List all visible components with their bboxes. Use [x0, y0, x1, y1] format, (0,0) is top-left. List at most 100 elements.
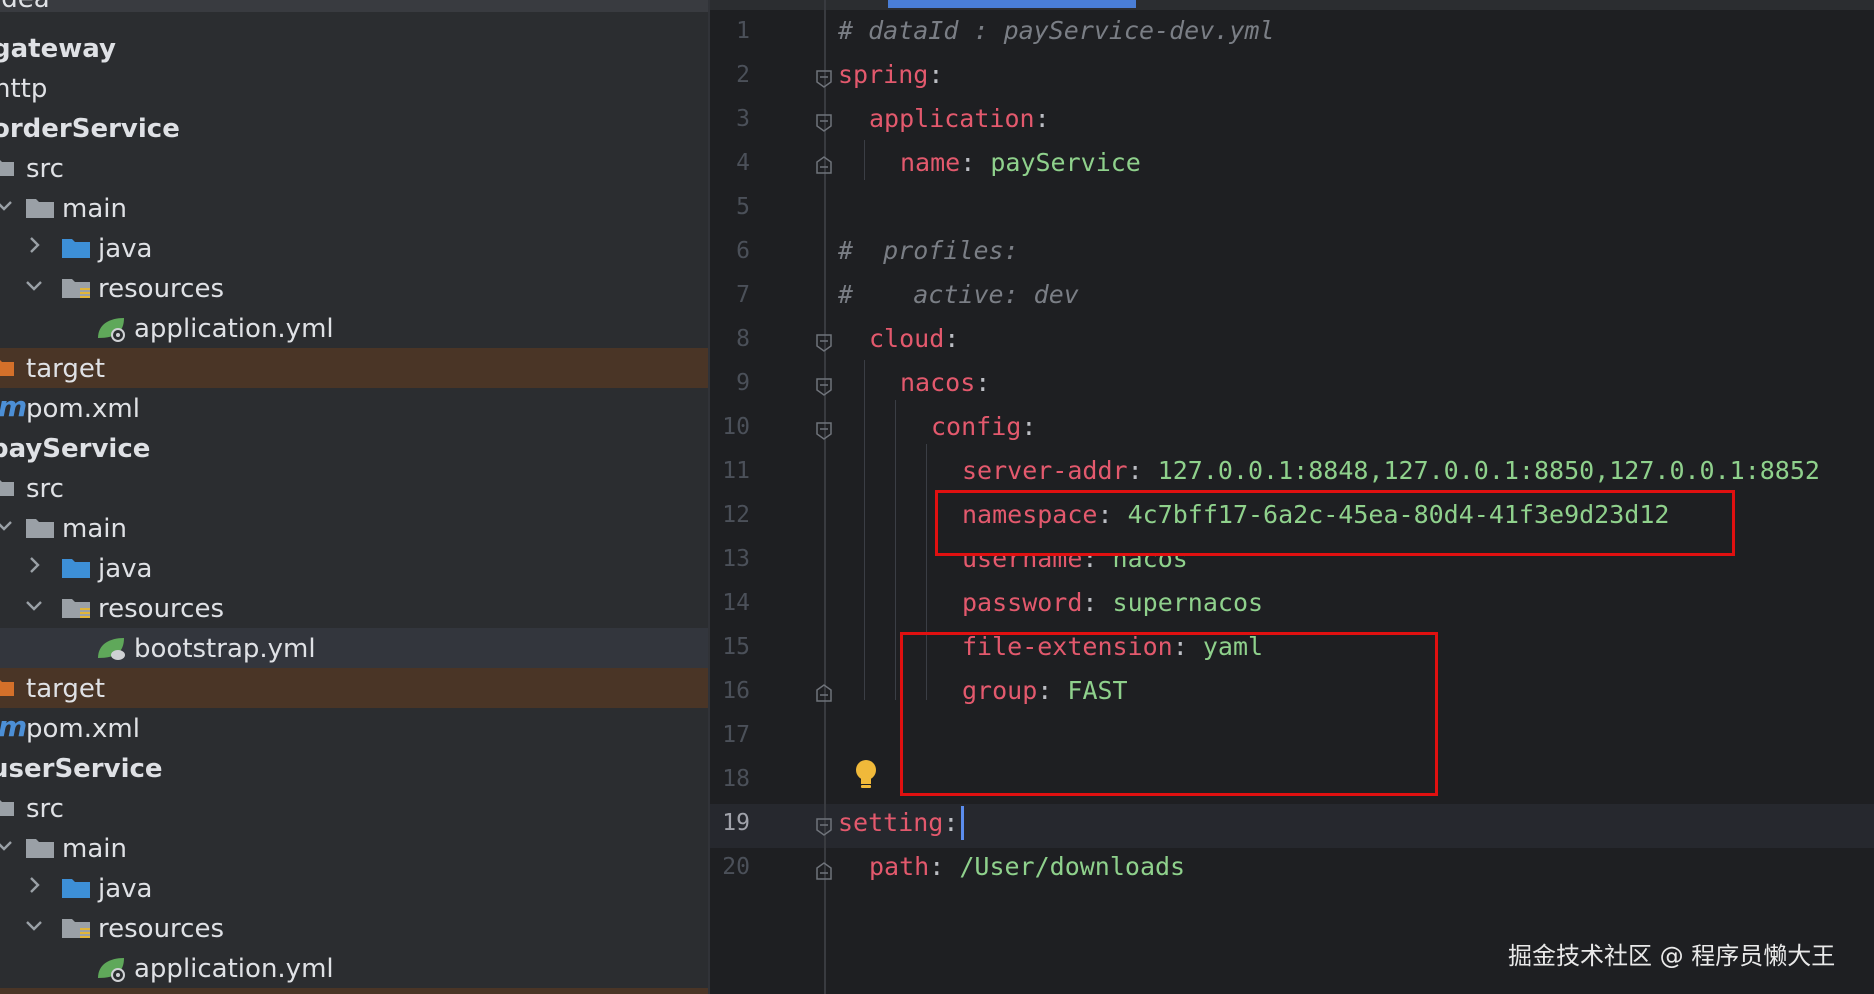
tree-item-java[interactable]: java — [0, 868, 708, 908]
yaml-value: payService — [990, 148, 1141, 177]
chevron-down-icon[interactable] — [24, 915, 44, 935]
maven-icon: m — [0, 390, 28, 423]
line-number: 4 — [736, 150, 750, 176]
indent-guide — [864, 140, 865, 180]
line-number: 17 — [722, 722, 750, 748]
tree-item-label: orderService — [0, 114, 180, 144]
tree-item-idea[interactable]: idea — [0, 0, 708, 18]
code-line-6: # profiles: — [838, 236, 1019, 265]
fold-gutter-line — [824, 0, 826, 994]
tree-item-pom-xml[interactable]: m pom.xml — [0, 388, 708, 428]
yaml-key: nacos — [900, 368, 976, 397]
tree-item-label: http — [0, 74, 48, 104]
yaml-key: password — [962, 588, 1083, 617]
tree-item-http[interactable]: http — [0, 68, 708, 108]
line-number: 15 — [722, 634, 750, 660]
indent-guide — [895, 400, 896, 700]
line-number: 1 — [736, 18, 750, 44]
code-line-14: password: supernacos — [962, 588, 1263, 617]
annotation-box-namespace — [935, 490, 1735, 556]
chevron-right-icon[interactable] — [24, 235, 44, 255]
folder-icon — [26, 519, 54, 538]
yaml-colon: : — [1127, 456, 1143, 485]
fold-open-icon[interactable] — [816, 334, 832, 352]
tree-item-label: main — [62, 834, 127, 864]
yaml-colon: : — [944, 324, 960, 353]
tree-item-gateway[interactable]: gateway — [0, 28, 708, 68]
line-number: 6 — [736, 238, 750, 264]
project-tree: idea gateway http orderService src main … — [0, 0, 708, 994]
tree-item-resources[interactable]: resources — [0, 268, 708, 308]
code-line-19: setting: — [838, 808, 958, 837]
tree-item-java[interactable]: java — [0, 548, 708, 588]
yaml-key: name — [900, 148, 961, 177]
code-line-11: server-addr: 127.0.0.1:8848,127.0.0.1:88… — [962, 456, 1820, 485]
tree-item-application-yml[interactable]: application.yml — [0, 948, 708, 988]
line-number: 13 — [722, 546, 750, 572]
fold-open-icon[interactable] — [816, 422, 832, 440]
fold-end-icon[interactable] — [816, 862, 832, 880]
yaml-key: application — [869, 104, 1035, 133]
yaml-colon: : — [960, 148, 976, 177]
tree-item-target[interactable]: target — [0, 668, 708, 708]
fold-open-icon[interactable] — [816, 70, 832, 88]
chevron-down-icon[interactable] — [0, 835, 14, 855]
resources-folder-icon — [62, 599, 90, 618]
source-folder-icon — [62, 559, 90, 578]
line-number: 20 — [722, 854, 750, 880]
chevron-down-icon[interactable] — [0, 195, 14, 215]
tree-item-application-yml[interactable]: application.yml — [0, 308, 708, 348]
active-tab-indicator[interactable] — [888, 0, 1136, 8]
chevron-down-icon[interactable] — [24, 595, 44, 615]
fold-end-icon[interactable] — [816, 156, 832, 174]
tree-item-label: userService — [0, 754, 163, 784]
line-number: 11 — [722, 458, 750, 484]
tree-item-src[interactable]: src — [0, 788, 708, 828]
tree-item-label: pom.xml — [26, 394, 140, 424]
tree-item-label: gateway — [0, 34, 116, 64]
tree-item-payservice[interactable]: payService — [0, 428, 708, 468]
yaml-colon: : — [1082, 588, 1098, 617]
code-line-20: path: /User/downloads — [869, 852, 1185, 881]
code-line-10: config: — [931, 412, 1036, 441]
tree-item-label: application.yml — [134, 314, 334, 344]
fold-open-icon[interactable] — [816, 114, 832, 132]
tree-item-bootstrap-yml[interactable]: bootstrap.yml — [0, 628, 708, 668]
tree-item-orderservice[interactable]: orderService — [0, 108, 708, 148]
fold-end-icon[interactable] — [816, 684, 832, 702]
line-number: 5 — [736, 194, 750, 220]
code-line-7: # active: dev — [838, 280, 1079, 309]
tree-item-main[interactable]: main — [0, 828, 708, 868]
tree-item-resources[interactable]: resources — [0, 908, 708, 948]
resources-folder-icon — [62, 279, 90, 298]
tree-item-pom-xml[interactable]: m pom.xml — [0, 708, 708, 748]
tree-item-label: pom.xml — [26, 714, 140, 744]
chevron-down-icon[interactable] — [0, 515, 14, 535]
tree-item-java[interactable]: java — [0, 228, 708, 268]
chevron-right-icon[interactable] — [24, 875, 44, 895]
resources-folder-icon — [62, 919, 90, 938]
tree-item-userservice[interactable]: userService — [0, 748, 708, 788]
tree-item-src[interactable]: src — [0, 468, 708, 508]
tree-row-highlight — [0, 988, 708, 994]
tree-item-target[interactable]: target — [0, 348, 708, 388]
chevron-right-icon[interactable] — [24, 555, 44, 575]
tree-item-label: java — [98, 554, 153, 584]
line-number: 7 — [736, 282, 750, 308]
chevron-down-icon[interactable] — [24, 275, 44, 295]
tree-item-main[interactable]: main — [0, 188, 708, 228]
fold-open-icon[interactable] — [816, 818, 832, 836]
source-folder-icon — [62, 879, 90, 898]
text-caret — [961, 806, 964, 840]
yaml-key: server-addr — [962, 456, 1128, 485]
tree-item-label: resources — [98, 274, 225, 304]
code-line-9: nacos: — [900, 368, 990, 397]
tree-item-src[interactable]: src — [0, 148, 708, 188]
folder-icon — [26, 839, 54, 858]
tree-item-main[interactable]: main — [0, 508, 708, 548]
fold-open-icon[interactable] — [816, 378, 832, 396]
line-number: 8 — [736, 326, 750, 352]
tree-item-label: idea — [0, 0, 50, 14]
lightbulb-icon[interactable] — [852, 758, 880, 792]
tree-item-resources[interactable]: resources — [0, 588, 708, 628]
